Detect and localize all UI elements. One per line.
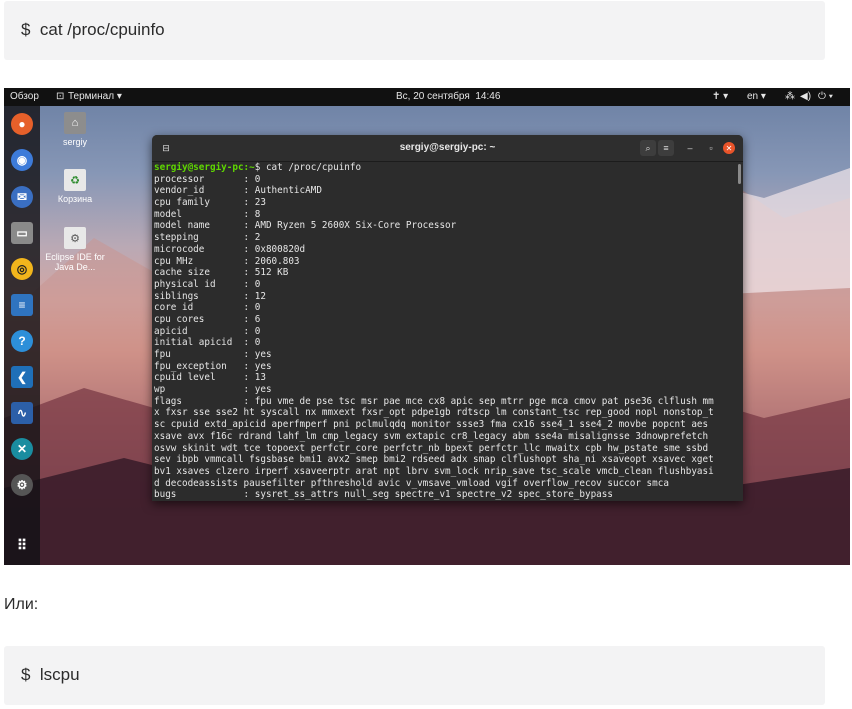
writer-icon[interactable]: ≡: [11, 294, 33, 316]
eclipse-icon: ⚙: [64, 227, 86, 249]
output-line: core id : 0: [154, 302, 261, 314]
firefox-icon[interactable]: ●: [11, 113, 33, 135]
files-icon[interactable]: ▭: [11, 222, 33, 244]
accessibility-icon[interactable]: ✝ ▾: [712, 91, 728, 102]
language-indicator[interactable]: en ▾: [747, 91, 766, 102]
output-line: bv1 xsaves clzero irperf xsaveerptr arat…: [154, 465, 714, 477]
help-icon[interactable]: ?: [11, 330, 33, 352]
vscode-icon[interactable]: ❮: [11, 366, 33, 388]
output-line: cpu MHz : 2060.803: [154, 255, 300, 267]
output-line: flags : fpu vme de pse tsc msr pae mce c…: [154, 395, 714, 407]
clock[interactable]: Вс, 20 сентября 14:46: [396, 91, 500, 102]
settings-icon[interactable]: ⚙: [11, 474, 33, 496]
activities-button[interactable]: Обзор: [10, 91, 39, 102]
desktop-screenshot: Обзор ⊡ Терминал ▾ Вс, 20 сентября 14:46…: [4, 88, 850, 565]
output-line: wp : yes: [154, 384, 272, 396]
system-monitor-icon[interactable]: ∿: [11, 402, 33, 424]
output-line: model name : AMD Ryzen 5 2600X Six-Core …: [154, 220, 457, 232]
menu-icon[interactable]: ≡: [658, 140, 674, 156]
output-line: xsave avx f16c rdrand lahf_lm cmp_legacy…: [154, 430, 709, 442]
desktop-icon-trash[interactable]: ♻ Корзина: [40, 169, 110, 204]
app-menu[interactable]: Терминал ▾: [68, 91, 122, 102]
output-line: stepping : 2: [154, 232, 261, 244]
output-lines: processor : 0 vendor_id : AuthenticAMD cpu…: [154, 174, 736, 500]
search-icon[interactable]: ⌕: [640, 140, 656, 156]
command-text: $ cat /proc/cpuinfo: [254, 162, 362, 173]
gnome-top-bar: Обзор ⊡ Терминал ▾ Вс, 20 сентября 14:46…: [4, 88, 850, 106]
output-line: bugs : sysret_ss_attrs null_seg spectre_…: [154, 489, 613, 500]
between-text: Или:: [4, 596, 39, 613]
code-text: $ cat /proc/cpuinfo: [21, 20, 165, 39]
home-folder-icon: ⌂: [64, 112, 86, 134]
code-block-lscpu: $ lscpu: [4, 646, 825, 705]
output-line: cpu family : 23: [154, 197, 266, 209]
desktop-icon-label: sergiy: [62, 137, 87, 147]
thunderbird-icon[interactable]: ✉: [11, 186, 33, 208]
output-line: vendor_id : AuthenticAMD: [154, 185, 322, 197]
output-line: cache size : 512 KB: [154, 267, 289, 279]
desktop-icon-label: Корзина: [57, 194, 93, 204]
minimize-icon[interactable]: –: [682, 140, 698, 156]
output-line: d decodeassists pausefilter pfthreshold …: [154, 477, 669, 489]
output-line: x fxsr sse sse2 ht syscall nx mmxext fxs…: [154, 407, 714, 419]
output-line: model : 8: [154, 208, 261, 220]
output-line: apicid : 0: [154, 325, 261, 337]
output-line: sc cpuid extd_apicid aperfmperf pni pclm…: [154, 419, 709, 431]
terminal-output[interactable]: sergiy@sergiy-pc:~$ cat /proc/cpuinfo pr…: [154, 162, 736, 500]
rhythmbox-icon[interactable]: ◎: [11, 258, 33, 280]
trash-icon: ♻: [64, 169, 86, 191]
output-line: physical id : 0: [154, 278, 261, 290]
app-icon[interactable]: ✕: [11, 438, 33, 460]
output-line: siblings : 12: [154, 290, 266, 302]
output-line: sev ibpb vmmcall fsgsbase bmi1 avx2 smep…: [154, 454, 714, 466]
show-apps-icon[interactable]: ⠿: [11, 534, 33, 556]
output-line: osvw skinit wdt tce topoext perfctr_core…: [154, 442, 709, 454]
close-icon[interactable]: ✕: [723, 142, 735, 154]
shell-prompt: sergiy@sergiy-pc:~: [154, 162, 255, 173]
volume-icon[interactable]: ◀): [800, 91, 811, 102]
code-text: $ lscpu: [21, 665, 80, 684]
code-block-cpuinfo: $ cat /proc/cpuinfo: [4, 1, 825, 60]
power-icon[interactable]: ⏻ ▾: [818, 91, 833, 102]
dock: ● ◉ ✉ ▭ ◎ ≡ ? ❮ ∿ ✕ ⚙ ⠿: [4, 106, 40, 565]
terminal-icon: ⊡: [56, 91, 65, 102]
network-icon[interactable]: ⁂: [785, 91, 795, 102]
output-line: processor : 0: [154, 173, 261, 185]
output-line: cpuid level : 13: [154, 372, 266, 384]
output-line: fpu : yes: [154, 349, 272, 360]
terminal-titlebar[interactable]: ⊟ sergiy@sergiy-pc: ~ ⌕ ≡ – ▫ ✕: [152, 135, 743, 162]
maximize-icon[interactable]: ▫: [703, 140, 719, 156]
output-line: microcode : 0x800820d: [154, 243, 306, 255]
scrollbar[interactable]: [738, 164, 741, 184]
output-line: cpu cores : 6: [154, 313, 261, 325]
output-line: fpu_exception : yes: [154, 360, 272, 372]
desktop-icon-home[interactable]: ⌂ sergiy: [40, 112, 110, 147]
desktop-icon-eclipse[interactable]: ⚙ Eclipse IDE for Java De...: [40, 227, 110, 272]
desktop-icon-label: Eclipse IDE for Java De...: [45, 252, 105, 272]
command-line: sergiy@sergiy-pc:~$ cat /proc/cpuinfo: [154, 162, 736, 174]
output-line: initial apicid : 0: [154, 337, 261, 349]
chromium-icon[interactable]: ◉: [11, 149, 33, 171]
terminal-window[interactable]: ⊟ sergiy@sergiy-pc: ~ ⌕ ≡ – ▫ ✕ sergiy@s…: [152, 135, 743, 501]
